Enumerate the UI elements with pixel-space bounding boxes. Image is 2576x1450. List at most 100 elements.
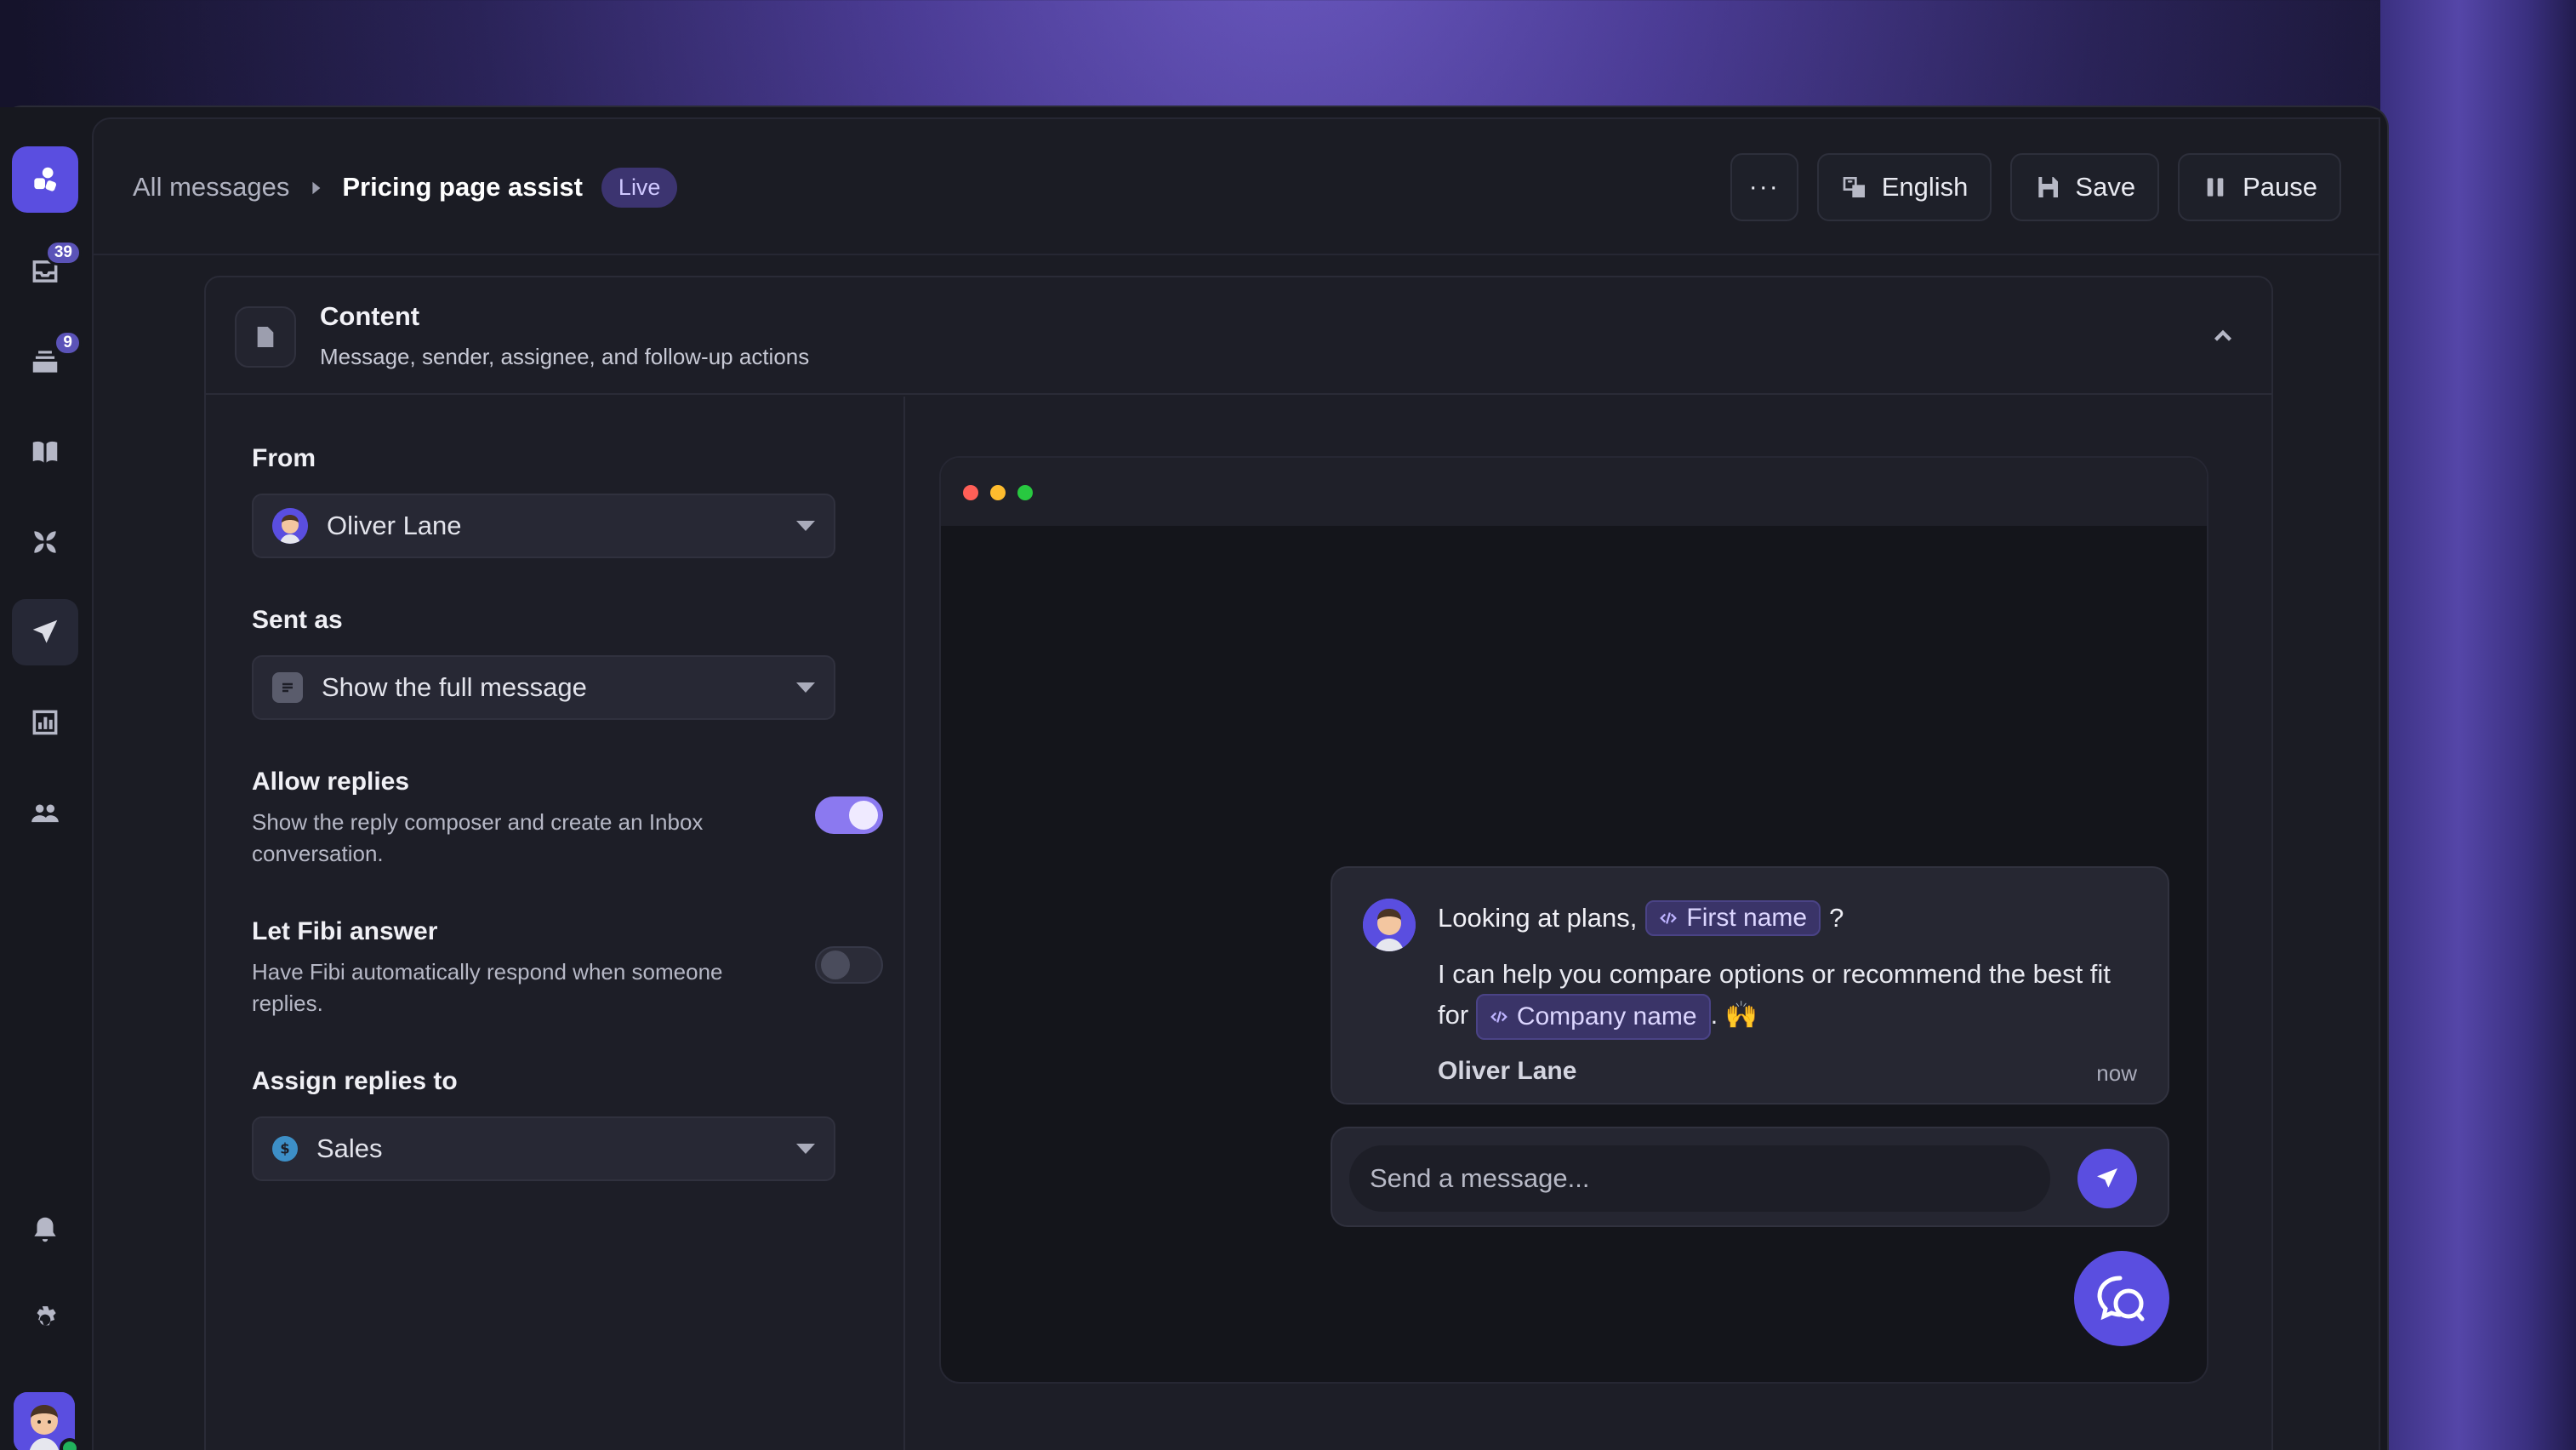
save-label: Save — [2075, 172, 2136, 202]
allow-replies-description: Show the reply composer and create an In… — [252, 809, 704, 866]
user-avatar[interactable] — [14, 1392, 80, 1450]
page-title: Pricing page assist — [342, 172, 583, 202]
apps-icon — [34, 531, 56, 553]
assign-replies-value: Sales — [316, 1133, 383, 1163]
logo-button[interactable] — [12, 146, 78, 213]
sender-avatar — [272, 508, 308, 544]
from-label: From — [252, 444, 316, 472]
window-minimize-dot — [990, 485, 1006, 500]
chevron-up-icon — [2214, 329, 2232, 341]
pause-icon — [2207, 178, 2224, 197]
send-button[interactable] — [2077, 1149, 2137, 1208]
section-title: Content — [320, 301, 420, 331]
bell-icon — [34, 1217, 56, 1242]
sender-avatar — [1363, 899, 1416, 951]
first-name-token-label: First name — [1686, 904, 1808, 932]
language-label: English — [1881, 172, 1969, 202]
dollar-icon: $ — [272, 1136, 298, 1162]
greeting-suffix: ? — [1829, 903, 1844, 933]
sender-avatar-icon — [272, 508, 308, 544]
code-icon — [1660, 912, 1678, 924]
content-section-header[interactable]: Content Message, sender, assignee, and f… — [206, 277, 2271, 395]
rail-contacts[interactable] — [12, 779, 78, 846]
collapse-button[interactable] — [2208, 322, 2237, 351]
window-close-dot — [963, 485, 978, 500]
breadcrumb-separator-icon — [308, 172, 323, 203]
fibi-answer-label: Let Fibi answer — [252, 917, 438, 945]
message-input[interactable] — [1349, 1145, 2050, 1212]
background-gradient — [2380, 0, 2576, 1450]
more-options-button[interactable]: ··· — [1730, 153, 1798, 221]
sent-as-label: Sent as — [252, 606, 343, 634]
save-icon — [2038, 177, 2059, 197]
allow-replies-toggle[interactable] — [815, 796, 883, 834]
toolbar: ··· English Save Pause — [1730, 153, 2341, 221]
online-status-dot — [60, 1438, 80, 1450]
rail-reports[interactable] — [12, 689, 78, 756]
left-rail: 39 9 — [0, 107, 90, 1450]
app-window: 39 9 All messages Pricing page assist Li… — [0, 106, 2389, 1450]
toggle-knob — [821, 950, 850, 979]
status-badge: Live — [601, 167, 678, 208]
settings-form: From Oliver Lane Sent as Show the full m… — [206, 397, 905, 1450]
message-bubble: Looking at plans, First name ? I can hel… — [1331, 866, 2169, 1105]
tickets-badge: 9 — [54, 330, 82, 356]
pause-label: Pause — [2243, 172, 2317, 202]
breadcrumb: All messages Pricing page assist Live — [133, 119, 678, 255]
language-button[interactable]: English — [1816, 153, 1992, 221]
from-value: Oliver Lane — [327, 511, 462, 540]
pause-button[interactable]: Pause — [2178, 153, 2341, 221]
code-icon — [1490, 1011, 1507, 1023]
breadcrumb-parent[interactable]: All messages — [133, 172, 289, 203]
top-bar: All messages Pricing page assist Live ··… — [94, 119, 2379, 255]
gear-icon — [37, 1306, 56, 1326]
content-section-icon-wrap — [235, 306, 296, 368]
chat-bubbles-icon — [2097, 1276, 2145, 1322]
message-timestamp: now — [2096, 1060, 2137, 1086]
svg-text:$: $ — [280, 1141, 289, 1157]
assign-replies-select[interactable]: $ Sales — [252, 1116, 835, 1181]
save-button[interactable]: Save — [2010, 153, 2160, 221]
toggle-knob — [849, 801, 878, 830]
greeting-prefix: Looking at plans, — [1438, 903, 1638, 933]
assign-replies-label: Assign replies to — [252, 1067, 458, 1095]
message-greeting: Looking at plans, First name ? — [1438, 900, 1844, 936]
rail-inbox[interactable]: 39 — [12, 238, 82, 305]
translate-icon — [1843, 177, 1865, 197]
rail-settings[interactable] — [12, 1287, 78, 1353]
reports-icon — [32, 710, 58, 735]
paper-plane-icon — [2097, 1168, 2117, 1188]
company-name-token-label: Company name — [1516, 1002, 1697, 1030]
logo-icon — [34, 167, 57, 191]
body-suffix: . 🙌 — [1710, 1000, 1758, 1030]
chevron-down-icon — [796, 682, 815, 693]
rail-notifications[interactable] — [12, 1196, 78, 1263]
sent-as-select[interactable]: Show the full message — [252, 655, 835, 720]
fibi-answer-toggle[interactable] — [815, 946, 883, 984]
company-name-token[interactable]: Company name — [1475, 994, 1711, 1040]
rail-outbound[interactable] — [12, 599, 78, 665]
chevron-down-icon — [796, 521, 815, 531]
inbox-badge: 39 — [44, 240, 82, 265]
contacts-icon — [31, 804, 59, 823]
messenger-launcher[interactable] — [2074, 1251, 2169, 1346]
paper-plane-icon — [32, 619, 58, 643]
rail-tickets[interactable]: 9 — [12, 328, 82, 395]
reply-composer — [1331, 1127, 2169, 1227]
allow-replies-label: Allow replies — [252, 768, 410, 796]
book-icon — [32, 441, 58, 463]
rail-knowledge[interactable] — [12, 419, 78, 485]
message-body: I can help you compare options or recomm… — [1438, 955, 2135, 1040]
chevron-down-icon — [796, 1144, 815, 1154]
rail-apps[interactable] — [12, 509, 78, 575]
first-name-token[interactable]: First name — [1645, 900, 1821, 936]
sent-as-value: Show the full message — [322, 672, 587, 702]
from-select[interactable]: Oliver Lane — [252, 494, 835, 558]
sender-avatar-icon — [1363, 899, 1416, 951]
message-format-icon — [272, 672, 303, 703]
preview-browser-bar — [941, 458, 2207, 526]
message-sender-name: Oliver Lane — [1438, 1057, 1577, 1085]
fibi-answer-description: Have Fibi automatically respond when som… — [252, 959, 723, 1016]
section-subtitle: Message, sender, assignee, and follow-up… — [320, 344, 810, 369]
document-edit-icon — [257, 327, 274, 347]
